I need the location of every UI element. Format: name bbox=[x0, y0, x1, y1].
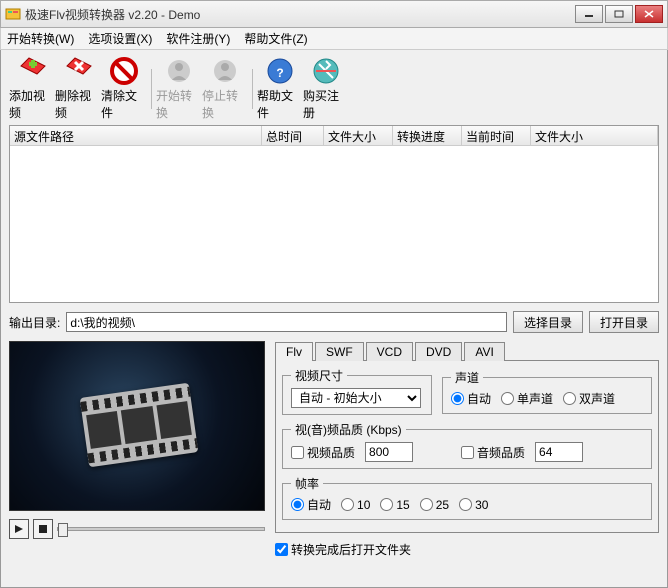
output-label: 输出目录: bbox=[9, 314, 60, 331]
tab-swf[interactable]: SWF bbox=[315, 342, 364, 361]
video-bitrate-input[interactable] bbox=[365, 442, 413, 462]
slider-thumb[interactable] bbox=[58, 523, 68, 537]
file-table[interactable]: 源文件路径 总时间 文件大小 转换进度 当前时间 文件大小 bbox=[9, 125, 659, 303]
fps-30[interactable]: 30 bbox=[459, 498, 488, 512]
svg-text:?: ? bbox=[276, 66, 283, 80]
fps-15[interactable]: 15 bbox=[380, 498, 409, 512]
add-video-button[interactable]: 添加视频 bbox=[9, 56, 55, 121]
col-size[interactable]: 文件大小 bbox=[324, 126, 393, 145]
choose-dir-button[interactable]: 选择目录 bbox=[513, 311, 583, 333]
toolbar: 添加视频 删除视频 清除文件 开始转换 停止转换 ? 帮助文件 购买注册 bbox=[9, 54, 659, 125]
stop-convert-button[interactable]: 停止转换 bbox=[202, 56, 248, 121]
help-icon: ? bbox=[265, 56, 295, 86]
channel-mono[interactable]: 单声道 bbox=[501, 390, 553, 407]
help-button[interactable]: ? 帮助文件 bbox=[257, 56, 303, 121]
col-curtime[interactable]: 当前时间 bbox=[462, 126, 531, 145]
open-after-check[interactable]: 转换完成后打开文件夹 bbox=[275, 541, 411, 558]
audio-bitrate-check[interactable]: 音频品质 bbox=[461, 444, 525, 461]
close-button[interactable] bbox=[635, 5, 663, 23]
delete-icon bbox=[63, 56, 93, 86]
stop-playback-button[interactable] bbox=[33, 519, 53, 539]
delete-video-button[interactable]: 删除视频 bbox=[55, 56, 101, 121]
col-path[interactable]: 源文件路径 bbox=[10, 126, 262, 145]
tab-flv[interactable]: Flv bbox=[275, 342, 313, 361]
seek-slider[interactable] bbox=[57, 527, 265, 531]
tab-dvd[interactable]: DVD bbox=[415, 342, 462, 361]
minimize-button[interactable] bbox=[575, 5, 603, 23]
col-total[interactable]: 总时间 bbox=[262, 126, 324, 145]
bitrate-legend: 视(音)频品质 (Kbps) bbox=[291, 421, 406, 438]
format-tabs: Flv SWF VCD DVD AVI bbox=[275, 341, 659, 360]
channel-stereo[interactable]: 双声道 bbox=[563, 390, 615, 407]
menu-register[interactable]: 软件注册(Y) bbox=[166, 30, 230, 47]
separator bbox=[252, 69, 253, 109]
start-convert-button[interactable]: 开始转换 bbox=[156, 56, 202, 121]
open-dir-button[interactable]: 打开目录 bbox=[589, 311, 659, 333]
fps-25[interactable]: 25 bbox=[420, 498, 449, 512]
table-header: 源文件路径 总时间 文件大小 转换进度 当前时间 文件大小 bbox=[10, 126, 658, 146]
filmstrip-icon bbox=[80, 383, 199, 468]
video-size-legend: 视频尺寸 bbox=[291, 367, 347, 384]
tab-vcd[interactable]: VCD bbox=[366, 342, 413, 361]
titlebar: 极速Flv视频转换器 v2.20 - Demo bbox=[0, 0, 668, 28]
start-icon bbox=[164, 56, 194, 86]
menubar: 开始转换(W) 选项设置(X) 软件注册(Y) 帮助文件(Z) bbox=[0, 28, 668, 50]
fps-10[interactable]: 10 bbox=[341, 498, 370, 512]
add-icon bbox=[17, 56, 47, 86]
window-title: 极速Flv视频转换器 v2.20 - Demo bbox=[25, 6, 575, 23]
menu-start[interactable]: 开始转换(W) bbox=[7, 30, 74, 47]
col-outsize[interactable]: 文件大小 bbox=[531, 126, 658, 145]
clear-icon bbox=[109, 56, 139, 86]
buy-icon bbox=[311, 56, 341, 86]
separator bbox=[151, 69, 152, 109]
fps-auto[interactable]: 自动 bbox=[291, 496, 331, 513]
video-size-select[interactable]: 自动 - 初始大小 bbox=[291, 388, 421, 408]
channel-legend: 声道 bbox=[451, 369, 483, 386]
video-bitrate-check[interactable]: 视频品质 bbox=[291, 444, 355, 461]
channel-auto[interactable]: 自动 bbox=[451, 390, 491, 407]
output-path-input[interactable] bbox=[66, 312, 507, 332]
stop-icon bbox=[210, 56, 240, 86]
audio-bitrate-input[interactable] bbox=[535, 442, 583, 462]
col-progress[interactable]: 转换进度 bbox=[393, 126, 462, 145]
clear-files-button[interactable]: 清除文件 bbox=[101, 56, 147, 121]
menu-options[interactable]: 选项设置(X) bbox=[88, 30, 152, 47]
fps-legend: 帧率 bbox=[291, 475, 323, 492]
tab-avi[interactable]: AVI bbox=[464, 342, 504, 361]
play-button[interactable] bbox=[9, 519, 29, 539]
maximize-button[interactable] bbox=[605, 5, 633, 23]
preview-area bbox=[9, 341, 265, 511]
app-icon bbox=[5, 6, 21, 22]
buy-button[interactable]: 购买注册 bbox=[303, 56, 349, 121]
menu-help[interactable]: 帮助文件(Z) bbox=[244, 30, 307, 47]
